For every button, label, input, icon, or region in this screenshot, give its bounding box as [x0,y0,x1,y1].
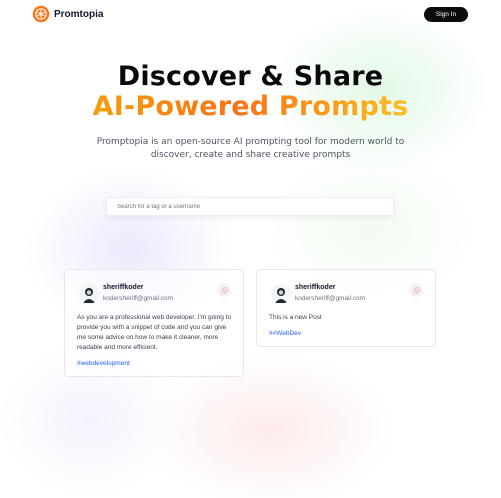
copy-button[interactable] [217,283,231,297]
card-username[interactable]: sheriffkoder [103,284,143,291]
avatar[interactable] [271,284,291,304]
card-username[interactable]: sheriffkoder [295,284,335,291]
top-nav: Promtopia Sign In [0,0,501,30]
search-input[interactable] [106,197,394,216]
sign-in-button[interactable]: Sign In [424,7,468,22]
prompt-card: sheriffkoder kodersheriff@gmail.com This… [256,269,436,347]
hero-subtitle: Promptopia is an open-source AI promptin… [96,137,405,160]
avatar[interactable] [79,284,99,304]
card-tag[interactable]: ##WebDev [269,330,301,337]
avatar-image [271,284,291,304]
card-email: kodersheriff@gmail.com [103,295,174,302]
brand-link[interactable]: Promtopia [32,5,103,23]
card-prompt-text: This is a new Post [269,314,322,321]
page-title: Discover & Share AI-Powered Prompts [0,62,501,122]
card-email: kodersheriff@gmail.com [295,295,366,302]
card-tag[interactable]: #webdevelopment [77,360,130,367]
logo-icon [32,5,50,23]
avatar-image [79,284,99,304]
copy-icon [220,286,228,294]
copy-button[interactable] [409,283,423,297]
title-line-1: Discover & Share [117,61,384,92]
prompt-card: sheriffkoder kodersheriff@gmail.com As y… [64,269,244,377]
brand-name: Promtopia [54,8,104,20]
hero-section: Discover & Share AI-Powered Prompts [0,62,501,122]
card-prompt-text: As you are a professional web developer.… [77,314,232,351]
copy-icon [412,286,420,294]
title-line-2: AI-Powered Prompts [92,91,409,122]
